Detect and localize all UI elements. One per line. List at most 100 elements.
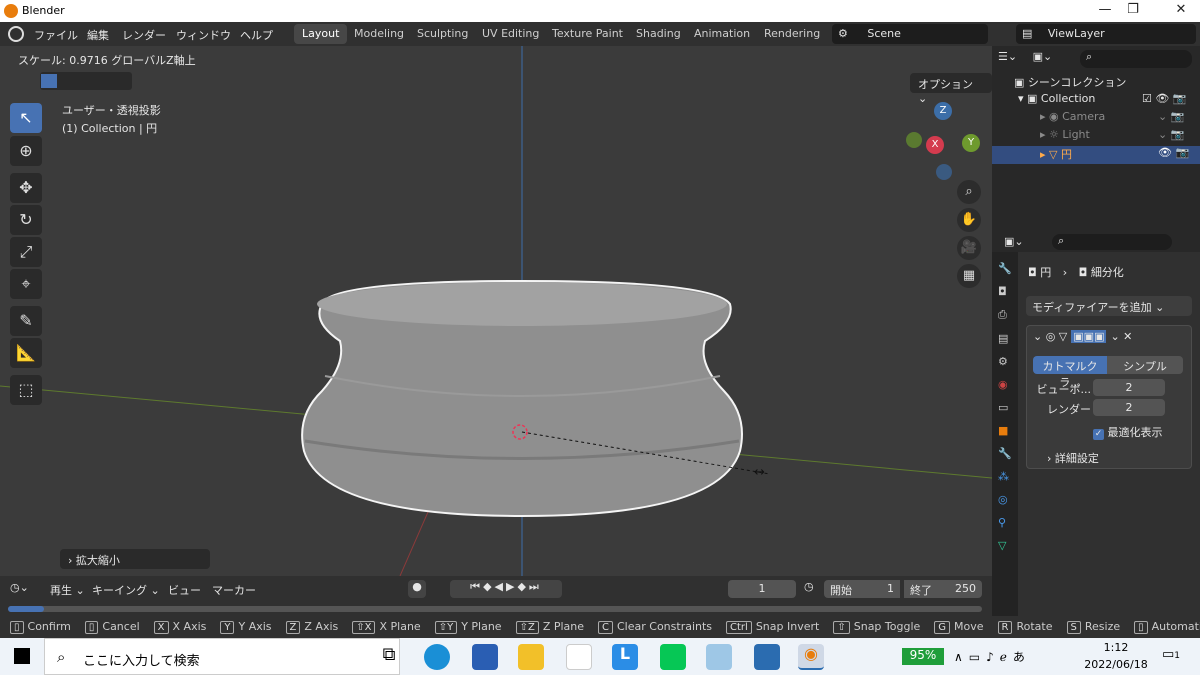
optimal-display-checkbox[interactable]: ✓ 最適化表示 [1093,424,1163,440]
stopwatch-icon[interactable]: ◷ [804,580,814,593]
collection-row[interactable]: ▾ ▣ Collection ☑ 👁 📷 [992,92,1200,110]
tab-modeling[interactable]: Modeling [346,24,412,44]
3d-viewport[interactable]: ↔ スケール: 0.9716 グローバルZ軸上 ユーザー・透視投影 (1) Co… [0,46,992,576]
render-tab-icon[interactable]: ◘ [998,285,1012,298]
options-dropdown[interactable]: オプション ⌄ [910,73,992,105]
gizmo-neg-y[interactable] [906,132,922,148]
l-app-icon[interactable]: L [612,644,638,670]
menu-file[interactable]: ファイル [34,27,78,43]
gizmo-x[interactable]: X [926,136,944,154]
tab-sculpting[interactable]: Sculpting [409,24,476,44]
notification-icon[interactable]: ▭1 [1162,647,1182,667]
tray-icons[interactable]: ∧▭♪ℯあ [954,648,1031,665]
current-frame-field[interactable]: 1 [728,580,796,598]
menu-window[interactable]: ウィンドウ [176,27,231,43]
collection-tab-icon[interactable]: ▭ [998,401,1012,414]
clock-time[interactable]: 1:12 [1088,641,1144,654]
props-search[interactable]: ⌕ [1052,234,1172,250]
light-row[interactable]: ▸ ☼ Light ⌄ 📷 [992,128,1200,146]
app-icon[interactable] [706,644,732,670]
itunes-icon[interactable] [566,644,592,670]
outliner-search[interactable]: ⌕ [1080,50,1192,68]
record-button[interactable]: ● [408,580,426,598]
gizmo-neg-z[interactable] [936,164,952,180]
viewport-levels-field[interactable]: 2 [1093,379,1165,396]
menu-render[interactable]: レンダー [122,27,166,43]
scene-selector[interactable]: ⚙ Scene [832,24,988,44]
cursor-tool-icon[interactable]: ⊕ [10,136,42,166]
line-icon[interactable] [660,644,686,670]
timeline-editor-icon[interactable]: ◷⌄ [10,581,29,594]
constraints-tab-icon[interactable]: ⚲ [998,516,1012,529]
scale-tool-icon[interactable]: ⤢ [10,237,42,267]
tab-shading[interactable]: Shading [628,24,689,44]
particles-tab-icon[interactable]: ⁂ [998,470,1012,483]
redo-panel[interactable]: › 拡大縮小 [60,549,210,569]
tab-animation[interactable]: Animation [686,24,758,44]
world-tab-icon[interactable]: ◉ [998,378,1012,391]
collection-visibility-icon[interactable]: ☑ 👁 📷 [1142,92,1187,105]
timeline-scrollbar[interactable] [8,606,982,612]
simple-toggle[interactable]: シンプル [1107,356,1183,374]
tool-tab-icon[interactable]: 🔧 [998,262,1012,275]
keying-menu[interactable]: キーイング ⌄ [92,582,160,598]
battery-indicator[interactable]: 95% [902,648,944,665]
transform-tool-icon[interactable]: ⌖ [10,269,42,299]
playback-menu[interactable]: 再生 ⌄ [50,582,85,598]
taskbar-search[interactable]: ⌕ ここに入力して検索 [44,638,400,675]
marker-menu[interactable]: マーカー [212,582,256,598]
end-frame-field[interactable]: 終了 250 [904,580,982,598]
playback-controls[interactable]: ⏮◆◀▶◆⏭ [450,580,562,598]
view-layer-tab-icon[interactable]: ▤ [998,332,1012,345]
physics-tab-icon[interactable]: ◎ [998,493,1012,506]
menu-help[interactable]: ヘルプ [240,27,273,43]
tab-layout[interactable]: Layout [294,24,348,44]
tab-uv-editing[interactable]: UV Editing [474,24,547,44]
gizmo-y[interactable]: Y [962,134,980,152]
viewlayer-selector[interactable]: ▤ ViewLayer [1016,24,1196,44]
measure-tool-icon[interactable]: 📐 [10,338,42,368]
circle-object-row[interactable]: ▸ ▽ 円 👁 📷 [992,146,1200,164]
task-view-icon[interactable]: ⧉ [376,644,402,670]
display-mode-icon[interactable]: ☰⌄ [998,50,1017,63]
zoom-icon[interactable]: ⌕ [957,180,981,204]
render-levels-field[interactable]: 2 [1093,399,1165,416]
edge-icon[interactable] [424,644,450,670]
camera-view-icon[interactable]: 🎥 [957,236,981,260]
tab-texture-paint[interactable]: Texture Paint [544,24,631,44]
advanced-subpanel[interactable]: › 詳細設定 [1047,450,1099,466]
start-frame-field[interactable]: 開始 1 [824,580,900,598]
editor-type-icon[interactable]: ▣⌄ [1004,235,1024,248]
store-icon[interactable] [472,644,498,670]
windows-start-icon[interactable] [14,648,30,664]
select-mode-toolbar[interactable] [40,72,132,90]
camera-row[interactable]: ▸ ◉ Camera ⌄ 📷 [992,110,1200,128]
maximize-button[interactable]: ❐ [1116,2,1150,20]
pan-hand-icon[interactable]: ✋ [957,208,981,232]
object-tab-icon[interactable]: ■ [998,424,1012,437]
add-cube-tool-icon[interactable]: ⬚ [10,375,42,405]
filter-icon[interactable]: ▣⌄ [1033,50,1053,63]
scene-tab-icon[interactable]: ⚙ [998,355,1012,368]
gizmo-z[interactable]: Z [934,102,952,120]
blender-taskbar-icon[interactable]: ◉ [798,644,824,670]
scene-collection-row[interactable]: ▣ シーンコレクション [992,74,1200,92]
rotate-tool-icon[interactable]: ↻ [10,205,42,235]
blender-menu-icon[interactable] [8,26,24,42]
tab-rendering[interactable]: Rendering [756,24,828,44]
view-menu[interactable]: ビュー [168,582,201,598]
move-tool-icon[interactable]: ✥ [10,173,42,203]
data-tab-icon[interactable]: ▽ [998,539,1012,552]
annotate-tool-icon[interactable]: ✎ [10,306,42,336]
explorer-icon[interactable] [518,644,544,670]
output-tab-icon[interactable]: ⎙ [998,308,1012,322]
modifier-tab-icon[interactable]: 🔧 [998,447,1012,460]
close-button[interactable]: ✕ [1164,2,1198,20]
clock-date[interactable]: 2022/06/18 [1080,658,1152,671]
menu-edit[interactable]: 編集 [87,27,109,43]
add-modifier-dropdown[interactable]: モディファイアーを追加 ⌄ [1026,296,1192,316]
select-tool-icon[interactable]: ↖ [10,103,42,133]
catmull-clark-toggle[interactable]: カトマルクラ... [1033,356,1107,389]
modifier-header[interactable]: ⌄ ◎ ▽ ▣▣▣ ⌄ ✕ [1033,330,1187,348]
ortho-grid-icon[interactable]: ▦ [957,264,981,288]
